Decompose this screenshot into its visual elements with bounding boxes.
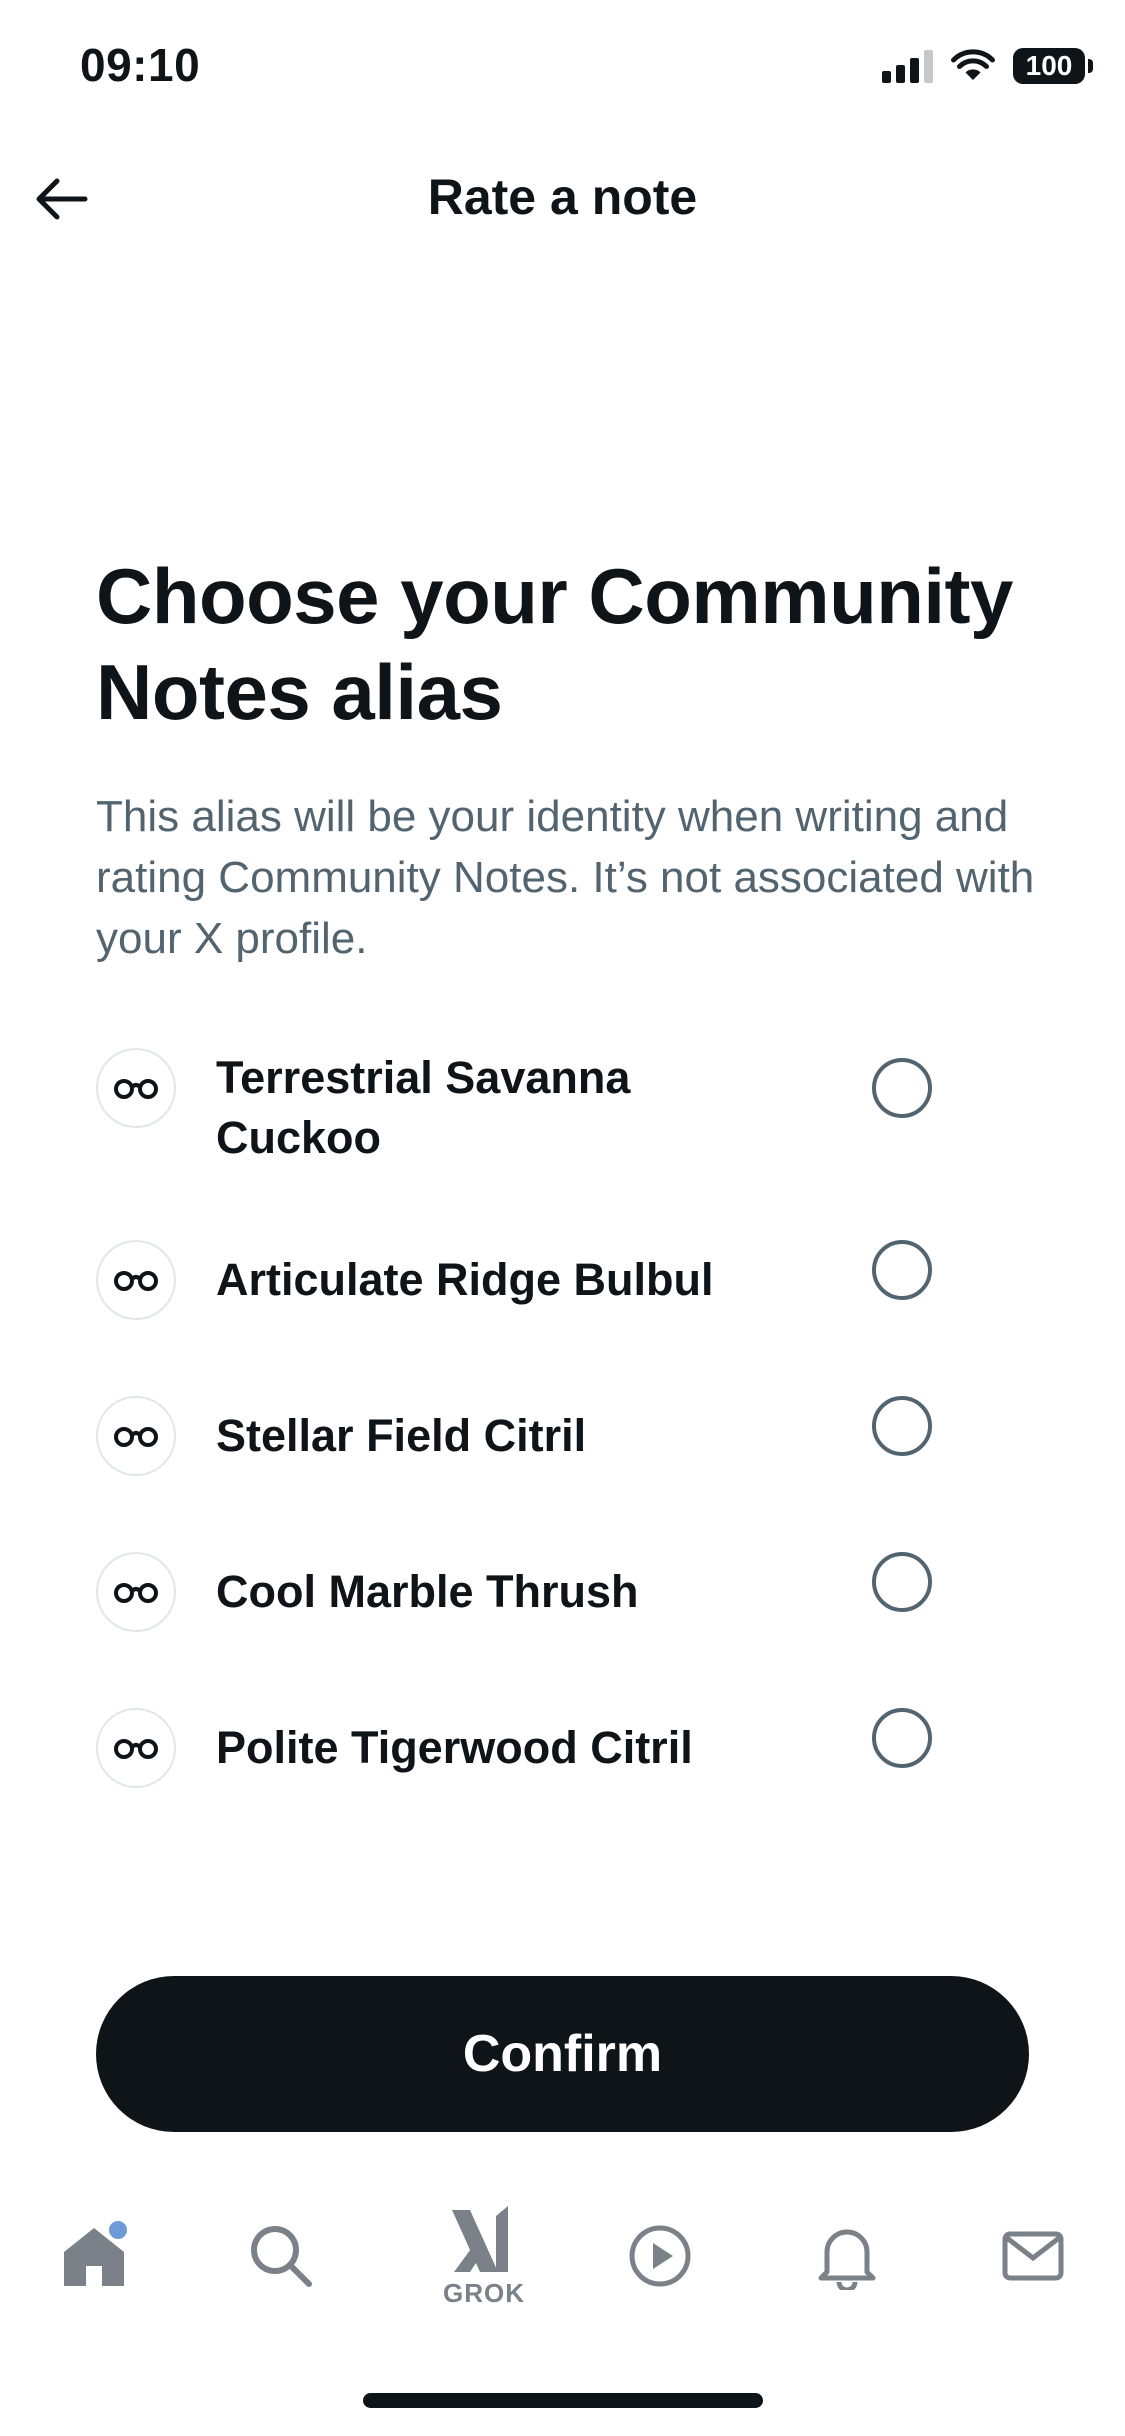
page-title: Choose your Community Notes alias [96, 552, 1013, 736]
alias-name: Articulate Ridge Bulbul [216, 1254, 714, 1305]
wifi-icon [951, 49, 995, 80]
glasses-icon [96, 1708, 176, 1788]
radio-button[interactable] [872, 1552, 932, 1612]
search-icon [251, 2226, 312, 2287]
glasses-icon [96, 1240, 176, 1320]
status-icons: 100 [882, 48, 1093, 84]
header-title: Rate a note [427, 169, 698, 225]
glasses-icon [96, 1048, 176, 1128]
alias-name: Polite Tigerwood Citril [216, 1722, 693, 1773]
alias-description: This alias will be your identity when wr… [96, 792, 1035, 963]
cellular-signal-icon [882, 49, 933, 83]
radio-button[interactable] [872, 1396, 932, 1456]
grok-label: GROK [443, 2278, 525, 2308]
battery-level: 100 [1025, 50, 1073, 81]
tab-grok[interactable]: GROK [434, 2196, 534, 2308]
status-time: 09:10 [80, 39, 201, 91]
battery-icon: 100 [1013, 48, 1093, 84]
radio-button[interactable] [872, 1708, 932, 1768]
radio-button[interactable] [872, 1240, 932, 1300]
bell-icon [818, 2229, 876, 2290]
play-icon [629, 2225, 691, 2287]
glasses-icon [96, 1396, 176, 1476]
tab-notifications[interactable] [797, 2206, 897, 2306]
grok-icon [452, 2206, 508, 2272]
tab-messages[interactable] [983, 2206, 1083, 2306]
mail-icon [1002, 2231, 1064, 2281]
alias-name: Stellar Field Citril [216, 1410, 587, 1461]
tab-search[interactable] [231, 2206, 331, 2306]
radio-button[interactable] [872, 1058, 932, 1118]
tab-home[interactable] [44, 2206, 144, 2306]
glasses-icon [96, 1552, 176, 1632]
tab-video[interactable] [610, 2206, 710, 2306]
notification-dot [106, 2218, 130, 2242]
confirm-button[interactable]: Confirm [96, 1976, 1029, 2132]
home-indicator [363, 2393, 763, 2408]
alias-name: Cool Marble Thrush [216, 1566, 639, 1617]
alias-name: Terrestrial Savanna Cuckoo [216, 1052, 631, 1163]
